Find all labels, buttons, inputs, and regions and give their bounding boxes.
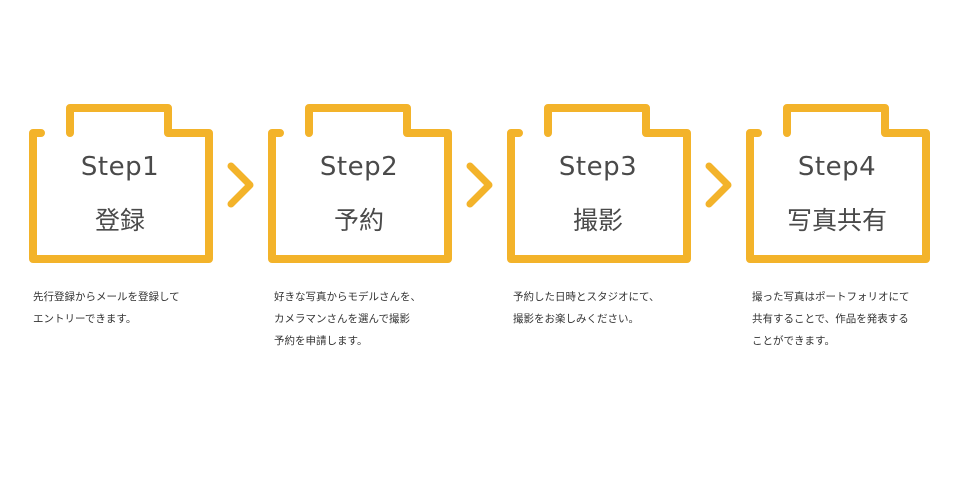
folder-frame-icon (29, 104, 213, 263)
step-4-description: 撮った写真はポートフォリオにて 共有することで、作品を発表する ことができます。 (752, 291, 910, 347)
step-2-description: 好きな写真からモデルさんを、 カメラマンさんを選んで撮影 予約を申請します。 (274, 291, 421, 347)
step-4-card: Step4 写真共有 (744, 100, 934, 270)
step-4-name: 写真共有 (786, 206, 887, 235)
step-1-title: Step1 (80, 152, 160, 182)
folder-frame-icon (268, 104, 452, 263)
step-1-name: 登録 (94, 206, 145, 235)
step-1-description: 先行登録からメールを登録して エントリーできます。 (33, 291, 180, 325)
step-1-card: Step1 登録 (27, 100, 217, 270)
step-3-description: 予約した日時とスタジオにて、 撮影をお楽しみください。 (513, 291, 660, 325)
step-3-title: Step3 (558, 152, 638, 182)
folder-frame-icon (746, 104, 930, 263)
chevron-right-icon (466, 162, 493, 208)
folder-frame-icon (507, 104, 691, 263)
step-2-card: Step2 予約 (266, 100, 456, 270)
chevron-right-icon (227, 162, 254, 208)
step-2-title: Step2 (319, 152, 399, 182)
step-2-name: 予約 (333, 206, 384, 235)
step-3-card: Step3 撮影 (505, 100, 695, 270)
step-4-title: Step4 (797, 152, 877, 182)
step-3-name: 撮影 (572, 206, 623, 235)
chevron-right-icon (705, 162, 732, 208)
